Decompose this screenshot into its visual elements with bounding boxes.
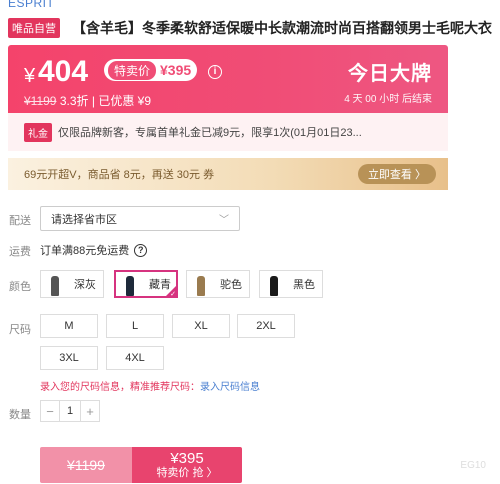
color-option-label: 深灰 [74,279,96,291]
vip-view-button[interactable]: 立即查看 〉 [357,164,436,184]
region-select[interactable]: 请选择省市区 ﹀ [40,206,240,231]
color-thumbnail [44,272,66,296]
special-price-tag: 特卖价 ¥395 [104,59,198,81]
separator: | [91,94,95,108]
buy-action: 特卖价 抢 〉 [156,466,218,479]
color-option-dark-gray[interactable]: 深灰 [40,270,104,298]
size-option-m[interactable]: M [40,314,98,338]
size-hint: 录入您的尺码信息，精准推荐尺码：录入尺码信息 [40,378,260,393]
buy-price: ¥395 [170,449,204,467]
coupon-line[interactable]: 礼金 仅限品牌新客，专属首单礼金已减9元，限享1次(01月01日23... [8,113,448,151]
size-label: 尺码 [9,324,31,336]
size-option-l[interactable]: L [106,314,164,338]
product-title-row: 唯品自营 【含羊毛】冬季柔软舒适保暖中长款潮流时尚百搭翻领男士毛呢大衣 [8,18,494,38]
coat-figure-icon [197,276,205,296]
quantity-value[interactable]: 1 [59,401,81,421]
check-icon: ✓ [170,291,176,298]
size-option-2xl[interactable]: 2XL [237,314,295,338]
coat-figure-icon [270,276,278,296]
color-option-label: 黑色 [293,279,315,291]
brand-name[interactable]: ESPRIT [8,0,54,10]
shipping-info: 订单满88元免运费 ? [40,242,148,258]
coat-figure-icon [51,276,59,296]
size-option-3xl[interactable]: 3XL [40,346,98,370]
price-sub: ¥1199 3.3折 | 已优惠 ¥9 [24,92,151,109]
quantity-minus-button[interactable]: − [41,401,59,421]
size-option-xl[interactable]: XL [172,314,230,338]
coupon-text: 仅限品牌新客，专属首单礼金已减9元，限享1次(01月01日23... [58,127,362,139]
size-option-4xl[interactable]: 4XL [106,346,164,370]
self-operated-badge: 唯品自营 [8,18,60,38]
quantity-stepper[interactable]: − 1 + [40,400,100,422]
price-info-icon[interactable]: i [208,65,222,79]
quantity-label: 数量 [9,409,31,421]
price-value: 404 [38,55,89,88]
size-hint-text: 录入您的尺码信息，精准推荐尺码： [40,382,200,393]
vip-text: 69元开超V，商品省 8元，再送 30元 券 [24,169,215,181]
color-label: 颜色 [9,281,31,293]
shipping-label: 运费 [9,246,31,258]
sale-title: 今日大牌 [348,63,432,85]
original-price: ¥1199 [24,94,57,108]
color-option-navy[interactable]: 藏青 ✓ [114,270,178,298]
shipping-text: 订单满88元免运费 [40,245,130,257]
vip-bar: 69元开超V，商品省 8元，再送 30元 券 立即查看 〉 [8,158,448,190]
price-panel: ¥ 404 特卖价 ¥395 i ¥1199 3.3折 | 已优惠 ¥9 今日大… [8,45,448,113]
buy-now-button[interactable]: ¥395 特卖价 抢 〉 [132,447,242,483]
countdown: 4 天 00 小时 后结束 [344,94,432,105]
watermark: EG10 [460,460,486,471]
buy-original-price: ¥1199 [67,457,105,473]
color-option-camel[interactable]: 驼色 [186,270,250,298]
gift-badge: 礼金 [24,122,52,142]
color-option-label: 驼色 [220,279,242,291]
product-title: 【含羊毛】冬季柔软舒适保暖中长款潮流时尚百搭翻领男士毛呢大衣 [72,20,492,36]
region-select-placeholder: 请选择省市区 [51,213,117,226]
saved-amount: 已优惠 ¥9 [98,94,152,108]
delivery-label: 配送 [9,215,31,227]
quantity-plus-button[interactable]: + [81,401,99,421]
color-thumbnail [119,272,141,296]
help-icon[interactable]: ? [134,243,148,257]
coat-figure-icon [126,276,134,296]
color-thumbnail [190,272,212,296]
special-price-label: 特卖价 [108,60,157,80]
size-hint-link[interactable]: 录入尺码信息 [200,382,260,393]
color-thumbnail [263,272,285,296]
color-option-black[interactable]: 黑色 [259,270,323,298]
chevron-down-icon: ﹀ [219,215,229,226]
original-price-button[interactable]: ¥1199 [40,447,132,483]
special-price-value: ¥395 [160,62,192,78]
price-currency: ¥ [24,65,36,87]
discount-rate: 3.3折 [59,94,89,108]
